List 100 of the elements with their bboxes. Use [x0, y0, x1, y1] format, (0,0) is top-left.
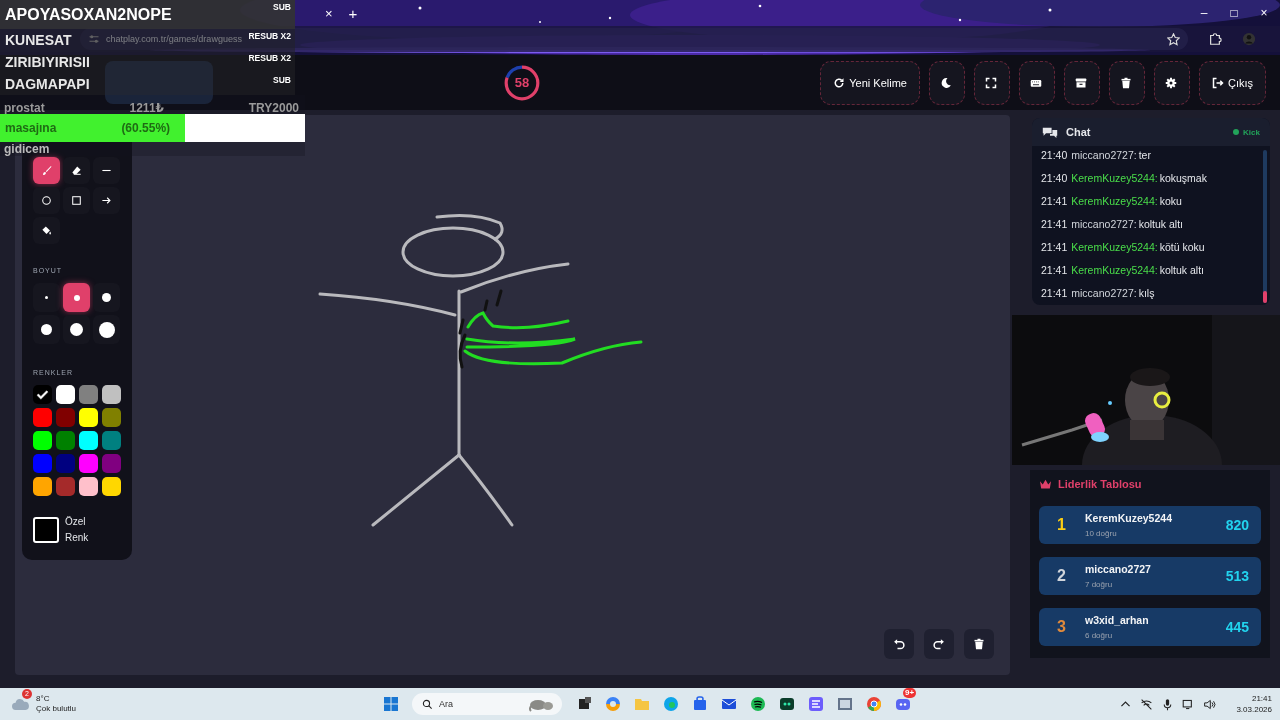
arrow-tool[interactable] — [93, 187, 120, 214]
scrollbar[interactable] — [1263, 150, 1267, 303]
brush-icon — [41, 165, 52, 176]
player-name: w3xid_arhan — [1085, 614, 1149, 626]
color-swatch[interactable] — [102, 454, 121, 473]
star-icon[interactable] — [1167, 32, 1180, 46]
brush-tool[interactable] — [33, 157, 60, 184]
color-swatch[interactable] — [102, 477, 121, 496]
network-off-icon[interactable] — [1140, 697, 1154, 711]
subscriber-name: APOYASOXAN2NOPE — [5, 5, 172, 24]
refresh-icon — [833, 76, 846, 89]
trash-button[interactable] — [1108, 60, 1145, 105]
donation-amount: 1211₺ — [129, 102, 164, 114]
message-text: koltuk altı — [1159, 263, 1205, 278]
keyboard-button[interactable] — [1018, 60, 1055, 105]
speaker-icon[interactable] — [1203, 697, 1217, 711]
subscription-label: RESUB X2 — [248, 31, 291, 41]
brush-size-button[interactable] — [63, 283, 90, 312]
color-swatch[interactable] — [79, 431, 98, 450]
color-swatch[interactable] — [56, 454, 75, 473]
message-text: kılş — [1138, 286, 1155, 301]
clear-button[interactable] — [964, 629, 994, 659]
color-swatch[interactable] — [56, 477, 75, 496]
weather-text: Çok bulutlu — [36, 704, 77, 714]
chat-username: miccano2727: — [1071, 217, 1137, 232]
brush-size-button[interactable] — [93, 315, 120, 344]
window-control-button[interactable]: × — [1256, 6, 1272, 20]
search-field[interactable]: Ara — [412, 693, 562, 715]
store-icon[interactable] — [692, 696, 708, 712]
color-swatch[interactable] — [56, 385, 75, 404]
rank-number: 3 — [1057, 618, 1067, 636]
chat-username: miccano2727: — [1071, 286, 1137, 301]
window-control-button[interactable]: □ — [1226, 6, 1242, 20]
chat-bubbles-icon — [1042, 125, 1058, 139]
game-controller-icon[interactable] — [895, 696, 911, 712]
brush-size-button[interactable] — [33, 315, 60, 344]
color-swatch[interactable] — [79, 408, 98, 427]
window-control-button[interactable]: – — [1196, 6, 1212, 20]
logout-button[interactable]: Çıkış — [1198, 60, 1266, 105]
subscription-label: RESUB X2 — [248, 53, 291, 63]
player-name: KeremKuzey5244 — [1085, 512, 1172, 524]
subscriber-name: DAGMAPAPI — [5, 76, 90, 92]
archive-button[interactable] — [1063, 60, 1100, 105]
arrow-icon — [101, 195, 112, 206]
rectangle-tool[interactable] — [63, 187, 90, 214]
search-icon — [422, 698, 433, 710]
color-swatch[interactable] — [79, 385, 98, 404]
mail-icon[interactable] — [721, 696, 737, 712]
color-swatch[interactable] — [33, 477, 52, 496]
color-swatch[interactable] — [79, 477, 98, 496]
color-swatch[interactable] — [102, 408, 121, 427]
clock-time[interactable]: 21:41 — [1251, 693, 1272, 704]
windows-start-icon[interactable] — [383, 696, 399, 712]
settings-button[interactable] — [1153, 60, 1190, 105]
temperature: 8°C — [36, 694, 51, 704]
undo-icon — [893, 638, 905, 650]
score: 513 — [1225, 568, 1249, 584]
new-tab-button[interactable]: + — [348, 4, 358, 22]
trash-icon — [973, 638, 985, 650]
subscription-label: SUB — [273, 75, 291, 85]
color-swatch[interactable] — [33, 454, 52, 473]
task-view-icon[interactable] — [576, 696, 592, 712]
color-swatch[interactable] — [56, 408, 75, 427]
color-swatch[interactable] — [102, 431, 121, 450]
color-swatch[interactable] — [33, 385, 52, 404]
eraser-tool[interactable] — [63, 157, 90, 184]
cloud-icon[interactable] — [12, 696, 30, 712]
check-icon — [36, 388, 49, 401]
redo-icon — [933, 638, 945, 650]
message-text: kötü koku — [1159, 240, 1205, 255]
new-word-button[interactable]: Yeni Kelime — [820, 60, 920, 105]
undo-button[interactable] — [884, 629, 914, 659]
rank-number: 1 — [1057, 516, 1067, 534]
color-swatch[interactable] — [33, 431, 52, 450]
circle-tool[interactable] — [33, 187, 60, 214]
color-swatch[interactable] — [79, 454, 98, 473]
color-swatch[interactable] — [33, 408, 52, 427]
tune-icon[interactable] — [88, 33, 100, 45]
trash-icon — [1119, 76, 1132, 89]
clock-date[interactable]: 3.03.2026 — [1236, 704, 1272, 715]
chat-app-icon[interactable] — [779, 696, 795, 712]
music-icon[interactable] — [750, 696, 766, 712]
timer-value: 58 — [514, 75, 530, 90]
window-app-icon[interactable] — [837, 696, 853, 712]
redo-button[interactable] — [924, 629, 954, 659]
moon-button[interactable] — [928, 60, 965, 105]
chrome-icon[interactable] — [866, 696, 882, 712]
correct-count: 7 doğru — [1085, 580, 1114, 589]
color-swatch[interactable] — [102, 385, 121, 404]
brush-size-button[interactable] — [63, 315, 90, 344]
color-swatch[interactable] — [56, 431, 75, 450]
chat-username: KeremKuzey5244: — [1071, 171, 1158, 186]
square-icon — [71, 195, 82, 206]
custom-color-swatch[interactable] — [33, 517, 59, 543]
fill-tool[interactable] — [33, 217, 60, 244]
brush-size-button[interactable] — [93, 283, 120, 312]
puzzle-icon[interactable] — [1208, 32, 1222, 46]
list-app-icon[interactable] — [808, 696, 824, 712]
rank-number: 2 — [1057, 567, 1067, 585]
close-tab-button[interactable]: × — [325, 5, 333, 21]
